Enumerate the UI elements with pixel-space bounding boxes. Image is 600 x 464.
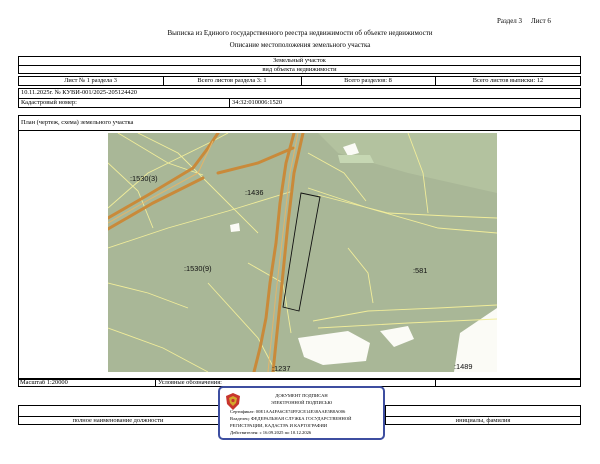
divider <box>435 379 436 387</box>
stamp-validity: Действителен: с 16.09.2025 по 10.12.2026 <box>230 430 312 435</box>
divider <box>229 98 230 108</box>
document-title: Выписка из Единого государственного реес… <box>167 29 433 37</box>
road-centerlines <box>108 133 299 372</box>
stamp-owner-1: Владелец: ФЕДЕРАЛЬНАЯ СЛУЖБА ГОСУДАРСТВЕ… <box>230 416 352 421</box>
cadastral-map[interactable]: :1530(3) :1436 :1530(9) :581 :1237 :1489 <box>108 133 497 372</box>
extract-sheets-total: Всего листов выписки: 12 <box>472 77 544 84</box>
document-subtitle: Описание местоположения земельного участ… <box>229 41 371 49</box>
parcel-label: :1436 <box>245 188 264 197</box>
sections-total: Всего разделов: 8 <box>344 77 392 84</box>
cadastral-number: 34:32:010006:1520 <box>232 99 283 106</box>
map-white-patch <box>230 223 240 232</box>
cadastral-label: Кадастровый номер: <box>21 99 77 106</box>
name-caption: инициалы, фамилия <box>455 417 511 424</box>
parcel-label: :1489 <box>454 362 473 371</box>
plan-title: План (чертеж, схема) земельного участка <box>21 119 134 126</box>
legend-label: Условные обозначения: <box>158 379 222 386</box>
parcel-label: :581 <box>413 266 427 275</box>
map-drawing: :1530(3) :1436 :1530(9) :581 :1237 :1489 <box>108 133 497 372</box>
object-type-caption: вид объекта недвижимости <box>262 66 337 73</box>
stamp-certificate: Сертификат: 00E1AA4FA6CE74FF2CE14E38AAE5… <box>230 409 346 414</box>
divider <box>18 98 581 99</box>
divider <box>18 130 581 131</box>
object-type: Земельный участок <box>273 57 326 64</box>
stamp-owner-2: РЕГИСТРАЦИИ, КАДАСТРА И КАРТОГРАФИИ <box>230 423 328 428</box>
map-white-patch <box>298 331 370 365</box>
parcel-label: :1530(3) <box>130 174 158 183</box>
map-white-patch <box>380 326 414 347</box>
sheet-label: Лист 6 <box>531 17 551 25</box>
position-caption: полное наименование должности <box>72 417 164 424</box>
parcel-label: :1530(9) <box>184 264 212 273</box>
e-signature-stamp: ДОКУМЕНТ ПОДПИСАН ЭЛЕКТРОННОЙ ПОДПИСЬЮ С… <box>218 386 385 440</box>
section-sheets-total: Всего листов раздела 3: 1 <box>197 77 267 84</box>
stamp-line-2: ЭЛЕКТРОННОЙ ПОДПИСЬЮ <box>270 400 333 405</box>
map-area-light <box>338 155 374 163</box>
sheet-number: Лист № 1 раздела 3 <box>64 77 117 84</box>
doc-number: 10.11.2025г. № КУВИ-001/2025-205124420 <box>21 89 138 96</box>
parcel-label: :1237 <box>272 364 291 372</box>
stamp-line-1: ДОКУМЕНТ ПОДПИСАН <box>275 393 328 398</box>
scale-label: Масштаб 1:20000 <box>20 379 68 386</box>
roads <box>108 133 305 372</box>
divider <box>155 379 156 387</box>
section-label: Раздел 3 <box>497 17 523 25</box>
